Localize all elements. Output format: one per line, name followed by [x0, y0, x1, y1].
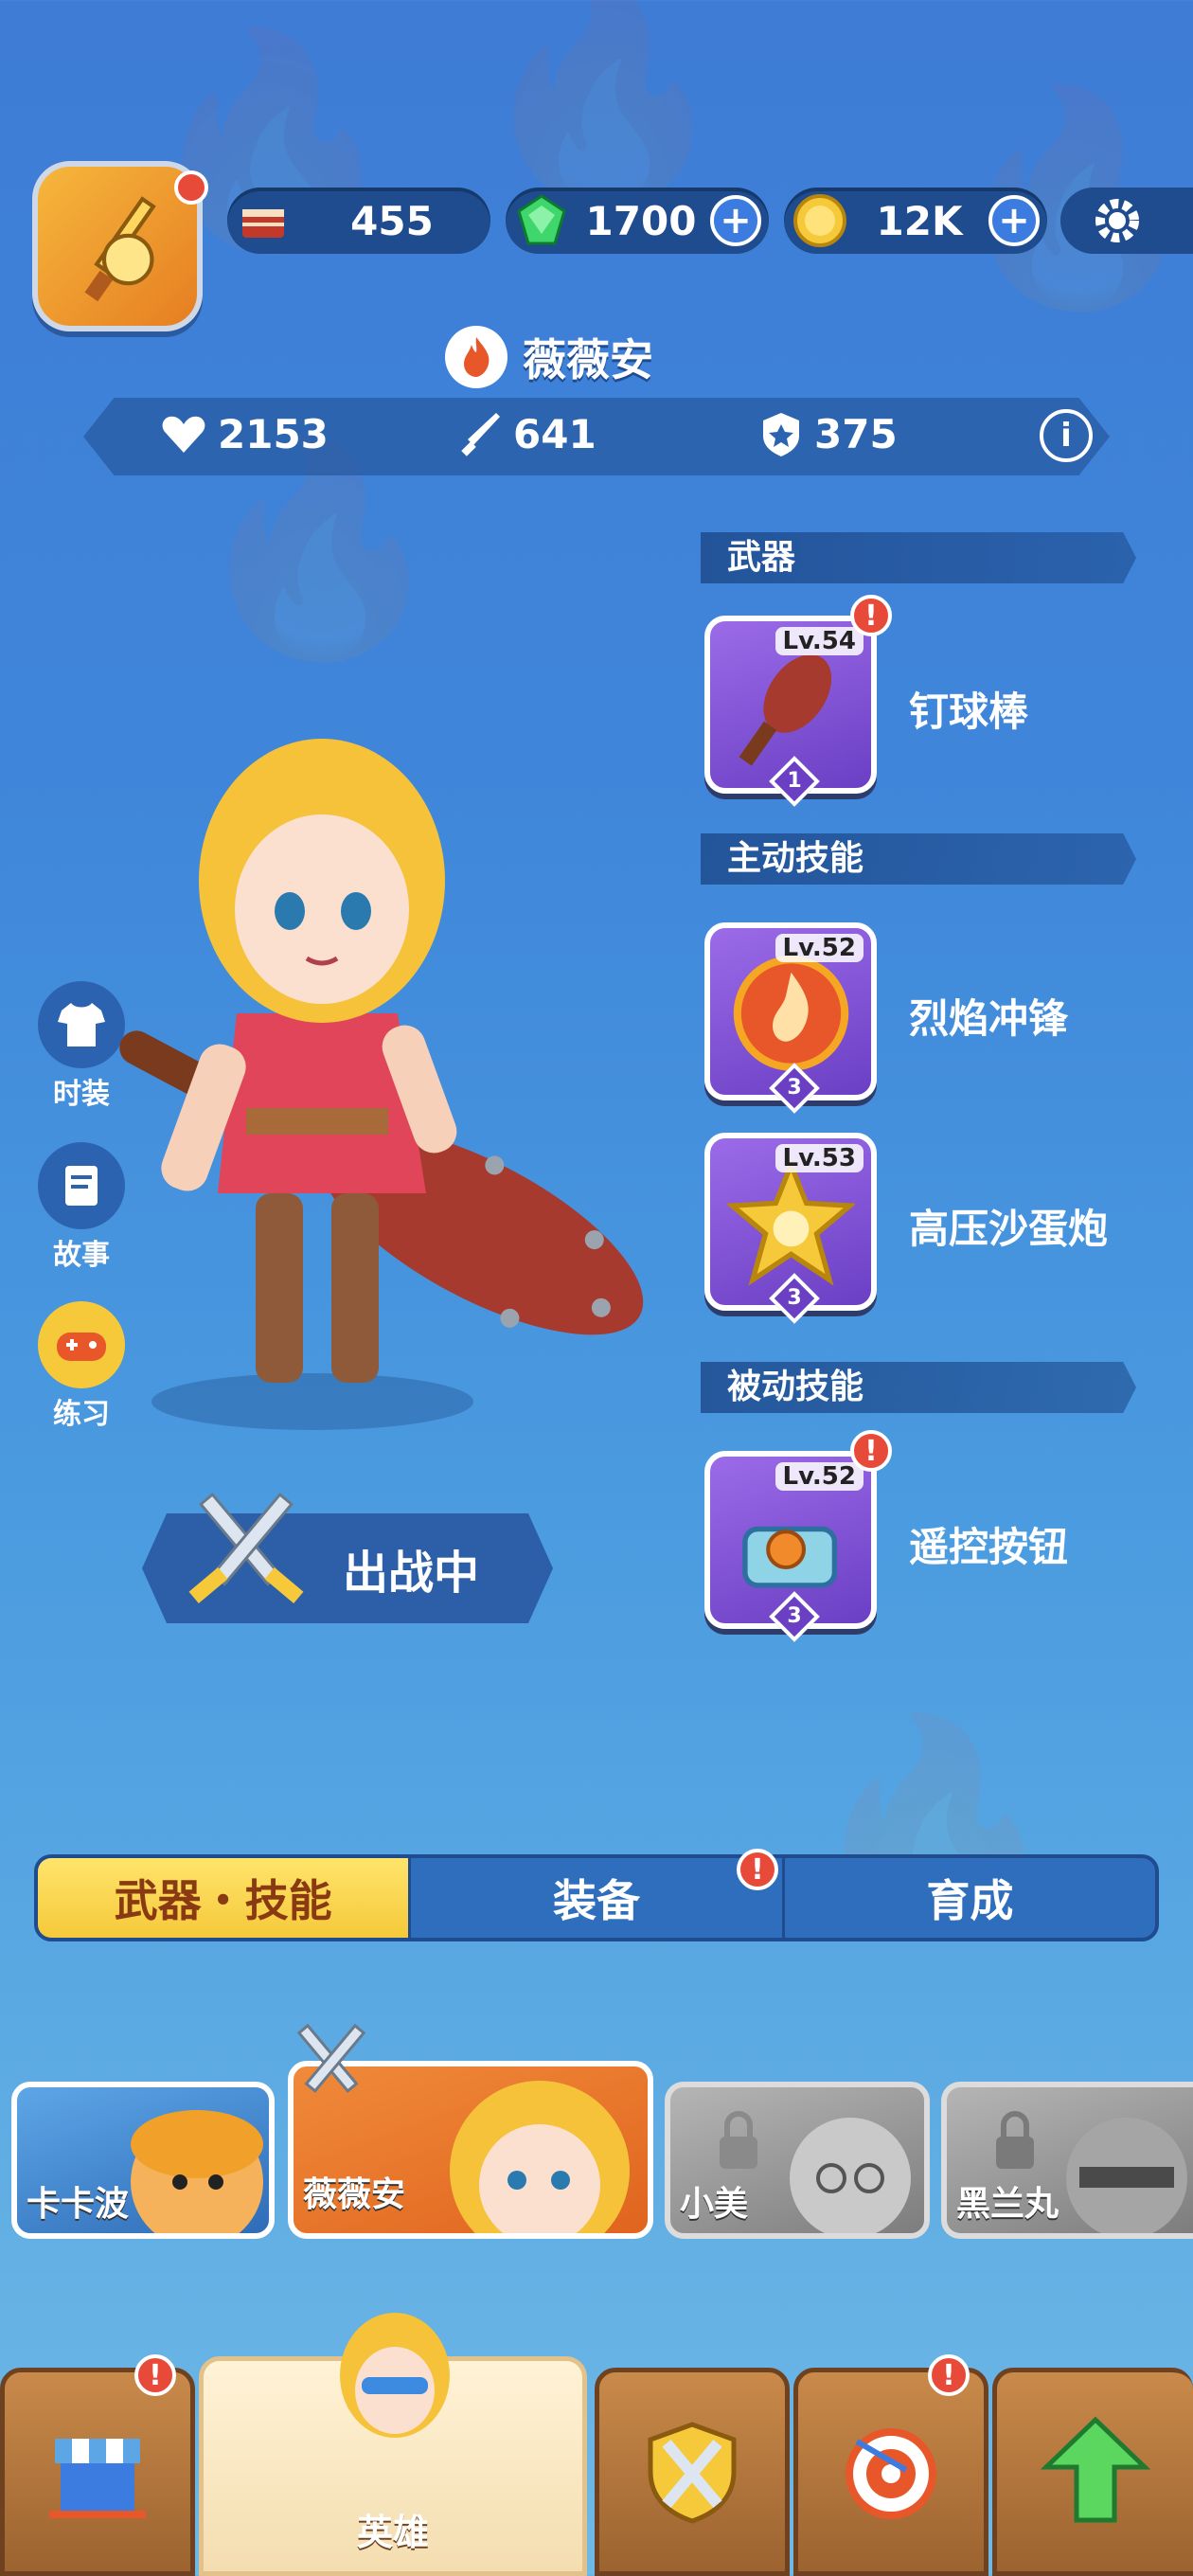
- weapon-level: Lv.54: [775, 627, 864, 655]
- crossed-swords-icon: [188, 1492, 304, 1603]
- deploy-label: 出战中: [342, 1547, 479, 1600]
- hero-card-kakabo[interactable]: 卡卡波: [11, 2082, 275, 2239]
- coin-counter[interactable]: 12K +: [784, 188, 1047, 254]
- flame-orb-icon: [733, 956, 849, 1071]
- gem-icon: [511, 190, 572, 251]
- skill-card-remote-button[interactable]: Lv.52 3: [704, 1451, 877, 1642]
- shop-alert-badge: !: [134, 2354, 176, 2396]
- nav-battle[interactable]: [595, 2368, 790, 2576]
- skill-level: Lv.52: [775, 934, 864, 962]
- gold-star-icon: [727, 1157, 855, 1286]
- battle-shield-icon: [648, 2422, 737, 2524]
- gem-value: 1700: [585, 197, 697, 244]
- skill-name-remote-button[interactable]: 遥控按钮: [909, 1515, 1068, 1573]
- tab-weapon-skills[interactable]: 武器・技能: [38, 1858, 412, 1938]
- nav-shop[interactable]: [0, 2368, 195, 2576]
- skill-name-sand-cannon[interactable]: 高压沙蛋炮: [909, 1197, 1108, 1255]
- hero-card-heilanwan-locked[interactable]: 黑兰丸: [941, 2082, 1193, 2239]
- hero-card-name: 小美: [680, 2185, 749, 2224]
- tab-equipment[interactable]: 装备: [411, 1858, 785, 1938]
- hero-nav-icon: [340, 2313, 450, 2438]
- sword-icon: [84, 196, 156, 302]
- hero-card-name: 薇薇安: [303, 2175, 406, 2214]
- section-passive-skills: 被动技能: [701, 1362, 1136, 1413]
- cake-icon: [233, 190, 294, 251]
- section-weapon: 武器: [701, 532, 1136, 583]
- target-icon: [846, 2428, 936, 2519]
- equipment-alert-badge: !: [737, 1849, 778, 1890]
- tab-growth[interactable]: 育成: [785, 1858, 1155, 1938]
- add-coins-button[interactable]: +: [988, 195, 1040, 246]
- hero-card-xiaomei-locked[interactable]: 小美: [665, 2082, 930, 2239]
- fire-element-icon: [445, 326, 507, 388]
- weapon-alert-badge: !: [850, 595, 892, 636]
- hero-name-row: 薇薇安: [445, 324, 653, 390]
- nav-hero-label: 英雄: [356, 2512, 429, 2553]
- remote-button-icon: [742, 1526, 838, 1588]
- weapon-name[interactable]: 钉球棒: [909, 680, 1028, 738]
- nav-upgrade[interactable]: [992, 2368, 1193, 2576]
- coin-value: 12K: [876, 197, 963, 244]
- detail-tabs: 武器・技能 装备 育成: [34, 1854, 1159, 1941]
- upgrade-arrow-icon: [1040, 2416, 1150, 2523]
- coin-icon: [790, 190, 850, 251]
- spiked-club-icon: [739, 654, 832, 766]
- avatar-notification-dot: [174, 170, 208, 205]
- section-active-skills: 主动技能: [701, 833, 1136, 885]
- attack-icon: [461, 413, 500, 456]
- hp-value: 2153: [218, 410, 329, 457]
- shield-icon: [763, 413, 799, 456]
- skill-card-flame-charge[interactable]: Lv.52 3: [704, 922, 877, 1114]
- passive-alert-badge: !: [850, 1430, 892, 1472]
- weapon-card[interactable]: Lv.54 1: [704, 616, 877, 807]
- hero-name: 薇薇安: [523, 334, 653, 385]
- attack-value: 641: [513, 410, 596, 457]
- add-gems-button[interactable]: +: [710, 195, 761, 246]
- gear-icon: [1095, 199, 1139, 242]
- skill-card-sand-cannon[interactable]: Lv.53 3: [704, 1133, 877, 1324]
- skill-level: Lv.53: [775, 1144, 864, 1172]
- cake-value: 455: [350, 197, 434, 244]
- nav-target[interactable]: [793, 2368, 988, 2576]
- watermark-flame: 🔥: [473, 0, 733, 214]
- hero-character-model[interactable]: [66, 701, 653, 1496]
- shop-icon: [49, 2439, 146, 2518]
- skill-level: Lv.52: [775, 1462, 864, 1491]
- info-icon[interactable]: i: [1040, 409, 1093, 462]
- defense-value: 375: [814, 410, 898, 457]
- deployed-swords-icon: [296, 2023, 366, 2094]
- settings-button[interactable]: [1060, 188, 1193, 254]
- defense-stat: 375: [757, 409, 898, 458]
- hero-card-name: 卡卡波: [27, 2185, 130, 2224]
- hero-card-name: 黑兰丸: [956, 2185, 1059, 2224]
- hp-stat: 2153: [159, 409, 329, 458]
- target-alert-badge: !: [928, 2354, 970, 2396]
- gem-counter[interactable]: 1700 +: [506, 188, 769, 254]
- skill-name-flame-charge[interactable]: 烈焰冲锋: [909, 987, 1068, 1045]
- heart-icon: [162, 416, 205, 453]
- cake-counter[interactable]: 455: [227, 188, 490, 254]
- attack-stat: 641: [458, 409, 596, 458]
